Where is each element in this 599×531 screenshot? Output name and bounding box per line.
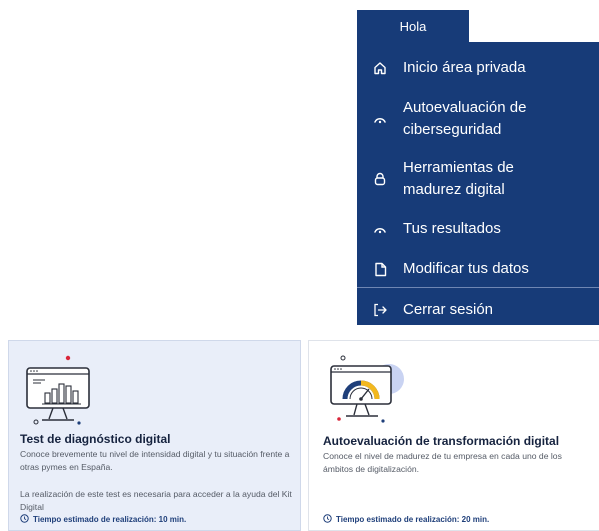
menu-item-label: Herramientas de madurez digital	[403, 159, 514, 198]
menu-item-home[interactable]: Inicio área privada	[357, 57, 599, 79]
greeting-label: Hola	[399, 19, 427, 34]
card-time-estimate: Tiempo estimado de realización: 10 min.	[20, 514, 186, 525]
logout-label: Cerrar sesión	[403, 301, 494, 318]
card-description: Conoce brevemente tu nivel de intensidad…	[20, 449, 290, 472]
menu-item-ciberseguridad[interactable]: Autoevaluación de ciberseguridad	[357, 97, 599, 141]
lock-icon	[357, 172, 403, 186]
card-autoevaluacion-transformacion[interactable]: Autoevaluación de transformación digital…	[308, 340, 599, 531]
menu-top-rule	[357, 34, 599, 43]
clock-icon	[20, 514, 29, 525]
home-icon	[357, 61, 403, 75]
menu-item-label: Inicio área privada	[403, 59, 526, 76]
menu-item-label: Autoevaluación de ciberseguridad	[403, 99, 527, 138]
menu-item-resultados[interactable]: Tus resultados	[357, 218, 599, 240]
logout-item[interactable]: Cerrar sesión	[357, 299, 599, 321]
time-label: Tiempo estimado de realización: 20 min.	[336, 515, 490, 524]
menu-divider	[357, 287, 599, 288]
monitor-chart-illustration	[15, 349, 105, 434]
user-menu: Inicio área privada Autoevaluación de ci…	[357, 43, 599, 325]
card-note: La realización de este test es necesaria…	[20, 489, 292, 512]
clock-icon	[323, 514, 332, 525]
monitor-gauge-illustration	[323, 349, 413, 434]
menu-item-label: Modificar tus datos	[403, 260, 529, 277]
document-icon	[357, 262, 403, 277]
time-label: Tiempo estimado de realización: 10 min.	[33, 515, 187, 524]
card-time-estimate: Tiempo estimado de realización: 20 min.	[323, 514, 489, 525]
gauge-icon	[357, 223, 403, 235]
card-description: Conoce el nivel de madurez de tu empresa…	[323, 451, 562, 474]
menu-item-madurez[interactable]: Herramientas de madurez digital	[357, 157, 599, 201]
menu-item-label: Tus resultados	[403, 220, 501, 237]
menu-item-modificar[interactable]: Modificar tus datos	[357, 258, 599, 280]
card-title: Test de diagnóstico digital	[20, 432, 171, 446]
logout-icon	[357, 303, 403, 317]
gauge-icon	[357, 113, 403, 125]
card-test-diagnostico[interactable]: Test de diagnóstico digital Conoce breve…	[8, 340, 301, 531]
card-title: Autoevaluación de transformación digital	[323, 434, 560, 448]
